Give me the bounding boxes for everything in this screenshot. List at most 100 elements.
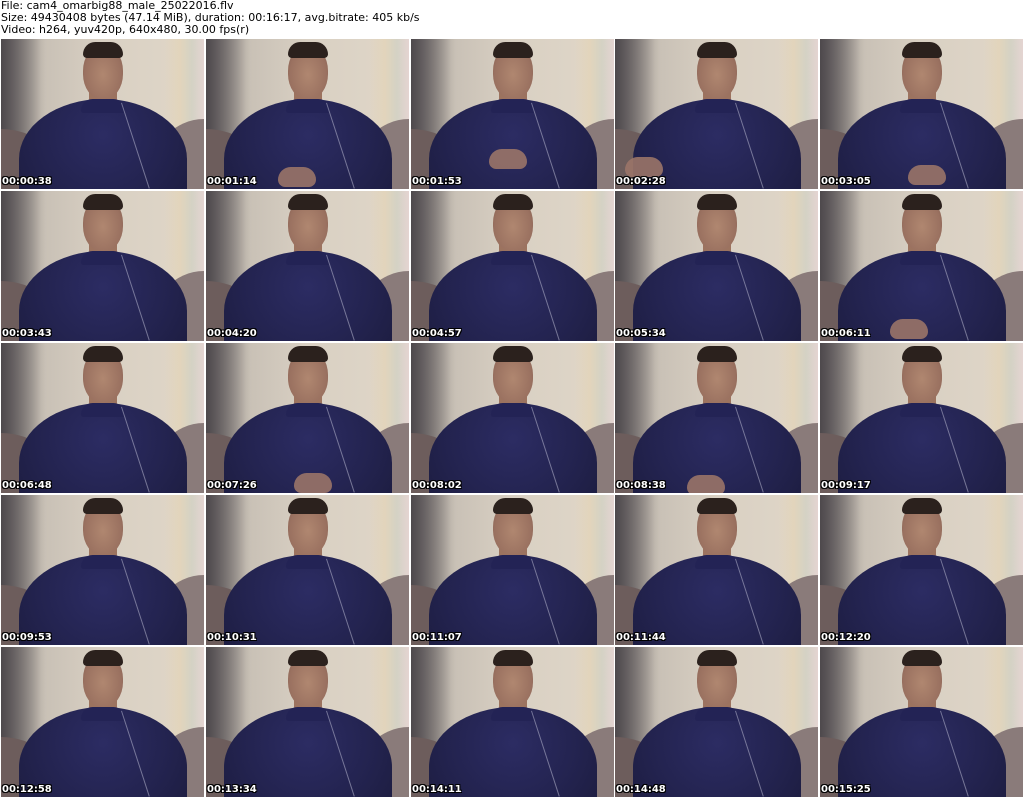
thumbnail-timestamp: 00:01:53 bbox=[412, 176, 462, 187]
video-thumbnail: 00:08:02 bbox=[411, 343, 614, 493]
person-hair bbox=[902, 346, 942, 362]
thumbnail-timestamp: 00:12:20 bbox=[821, 632, 871, 643]
video-thumbnail: 00:15:25 bbox=[820, 647, 1023, 797]
sweater-collar bbox=[695, 555, 739, 569]
thumbnail-timestamp: 00:03:43 bbox=[2, 328, 52, 339]
video-thumbnail: 00:11:07 bbox=[411, 495, 614, 645]
sweater-collar bbox=[81, 555, 125, 569]
sweater-collar bbox=[695, 251, 739, 265]
sweater-collar bbox=[81, 251, 125, 265]
person-hair bbox=[902, 194, 942, 210]
sweater-collar bbox=[695, 403, 739, 417]
video-thumbnail: 00:05:34 bbox=[615, 191, 818, 341]
thumbnail-timestamp: 00:04:20 bbox=[207, 328, 257, 339]
thumbnail-timestamp: 00:06:11 bbox=[821, 328, 871, 339]
video-thumbnail: 00:14:11 bbox=[411, 647, 614, 797]
person-hair bbox=[288, 498, 328, 514]
sweater-collar bbox=[900, 251, 944, 265]
person-hair bbox=[697, 194, 737, 210]
thumbnail-timestamp: 00:08:38 bbox=[616, 480, 666, 491]
person-hair bbox=[288, 42, 328, 58]
thumbnail-timestamp: 00:11:07 bbox=[412, 632, 462, 643]
person-hair bbox=[288, 194, 328, 210]
thumbnail-timestamp: 00:04:57 bbox=[412, 328, 462, 339]
video-thumbnail: 00:06:48 bbox=[1, 343, 204, 493]
video-thumbnail: 00:07:26 bbox=[206, 343, 409, 493]
sweater-collar bbox=[900, 99, 944, 113]
video-thumbnail: 00:01:53 bbox=[411, 39, 614, 189]
video-thumbnail: 00:08:38 bbox=[615, 343, 818, 493]
thumbnail-timestamp: 00:08:02 bbox=[412, 480, 462, 491]
sweater-collar bbox=[491, 403, 535, 417]
person-hair bbox=[697, 346, 737, 362]
person-hair bbox=[288, 650, 328, 666]
video-thumbnail: 00:11:44 bbox=[615, 495, 818, 645]
video-thumbnail: 00:09:53 bbox=[1, 495, 204, 645]
person-hair bbox=[902, 42, 942, 58]
person-hair bbox=[493, 498, 533, 514]
sweater-collar bbox=[491, 555, 535, 569]
thumbnail-timestamp: 00:05:34 bbox=[616, 328, 666, 339]
person-hair bbox=[697, 650, 737, 666]
person-hand bbox=[890, 319, 928, 339]
sweater-collar bbox=[81, 99, 125, 113]
file-name-line: File: cam4_omarbig88_male_25022016.flv bbox=[1, 0, 234, 12]
sweater-collar bbox=[695, 707, 739, 721]
person-hand bbox=[489, 149, 527, 169]
contact-sheet: File: cam4_omarbig88_male_25022016.flv S… bbox=[0, 0, 1024, 799]
thumbnail-timestamp: 00:10:31 bbox=[207, 632, 257, 643]
person-hair bbox=[493, 194, 533, 210]
person-hand bbox=[294, 473, 332, 493]
person-hand bbox=[908, 165, 946, 185]
video-thumbnail: 00:10:31 bbox=[206, 495, 409, 645]
person-hair bbox=[83, 346, 123, 362]
thumbnail-timestamp: 00:14:48 bbox=[616, 784, 666, 795]
sweater-collar bbox=[286, 403, 330, 417]
person-hand bbox=[625, 157, 663, 177]
person-hair bbox=[83, 42, 123, 58]
sweater-collar bbox=[491, 251, 535, 265]
thumbnail-timestamp: 00:14:11 bbox=[412, 784, 462, 795]
sweater-collar bbox=[900, 555, 944, 569]
sweater-collar bbox=[286, 251, 330, 265]
person-hair bbox=[697, 498, 737, 514]
sweater-collar bbox=[286, 99, 330, 113]
person-hand bbox=[687, 475, 725, 493]
thumbnail-timestamp: 00:09:17 bbox=[821, 480, 871, 491]
sweater-collar bbox=[900, 707, 944, 721]
video-thumbnail: 00:02:28 bbox=[615, 39, 818, 189]
person-hair bbox=[902, 498, 942, 514]
video-thumbnail: 00:12:58 bbox=[1, 647, 204, 797]
person-hair bbox=[902, 650, 942, 666]
person-hair bbox=[83, 194, 123, 210]
thumbnail-timestamp: 00:00:38 bbox=[2, 176, 52, 187]
thumbnail-timestamp: 00:11:44 bbox=[616, 632, 666, 643]
video-thumbnail: 00:01:14 bbox=[206, 39, 409, 189]
thumbnail-timestamp: 00:07:26 bbox=[207, 480, 257, 491]
video-thumbnail: 00:09:17 bbox=[820, 343, 1023, 493]
sweater-collar bbox=[491, 707, 535, 721]
thumbnail-timestamp: 00:01:14 bbox=[207, 176, 257, 187]
person-hand bbox=[278, 167, 316, 187]
sweater-collar bbox=[286, 555, 330, 569]
person-hair bbox=[493, 650, 533, 666]
person-hair bbox=[493, 42, 533, 58]
sweater-collar bbox=[81, 403, 125, 417]
sweater-collar bbox=[491, 99, 535, 113]
video-thumbnail: 00:03:05 bbox=[820, 39, 1023, 189]
video-thumbnail: 00:00:38 bbox=[1, 39, 204, 189]
thumbnail-timestamp: 00:12:58 bbox=[2, 784, 52, 795]
video-thumbnail: 00:14:48 bbox=[615, 647, 818, 797]
person-hair bbox=[493, 346, 533, 362]
video-thumbnail: 00:13:34 bbox=[206, 647, 409, 797]
thumbnail-grid: 00:00:38 00:01:14 00:01:53 00:02:28 00:03:05… bbox=[1, 39, 1023, 797]
thumbnail-timestamp: 00:13:34 bbox=[207, 784, 257, 795]
person-hair bbox=[288, 346, 328, 362]
thumbnail-timestamp: 00:02:28 bbox=[616, 176, 666, 187]
thumbnail-timestamp: 00:06:48 bbox=[2, 480, 52, 491]
sweater-collar bbox=[695, 99, 739, 113]
video-info-line: Video: h264, yuv420p, 640x480, 30.00 fps… bbox=[1, 24, 250, 36]
thumbnail-timestamp: 00:09:53 bbox=[2, 632, 52, 643]
person-hair bbox=[83, 650, 123, 666]
sweater-collar bbox=[900, 403, 944, 417]
